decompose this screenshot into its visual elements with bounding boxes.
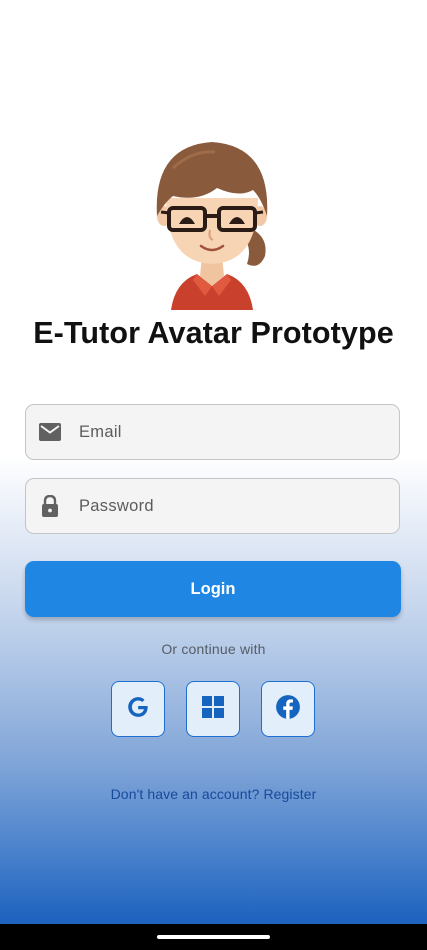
email-field[interactable] xyxy=(25,404,400,460)
facebook-icon xyxy=(275,694,301,725)
app-title: E-Tutor Avatar Prototype xyxy=(33,316,394,350)
or-continue-with-text: Or continue with xyxy=(161,641,266,657)
facebook-login-button[interactable] xyxy=(261,681,315,737)
google-icon xyxy=(125,694,151,725)
password-input[interactable] xyxy=(79,496,369,516)
login-button[interactable]: Login xyxy=(25,561,401,617)
google-login-button[interactable] xyxy=(111,681,165,737)
avatar-image xyxy=(153,138,271,313)
windows-icon xyxy=(202,695,224,723)
register-link[interactable]: Don't have an account? Register xyxy=(0,786,427,802)
password-field[interactable] xyxy=(25,478,400,534)
windows-login-button[interactable] xyxy=(186,681,240,737)
email-input[interactable] xyxy=(79,422,369,442)
system-nav-bar xyxy=(0,924,427,950)
home-indicator[interactable] xyxy=(157,935,270,939)
mail-icon xyxy=(38,420,62,444)
lock-icon xyxy=(38,494,62,518)
avatar-illustration xyxy=(156,142,268,310)
